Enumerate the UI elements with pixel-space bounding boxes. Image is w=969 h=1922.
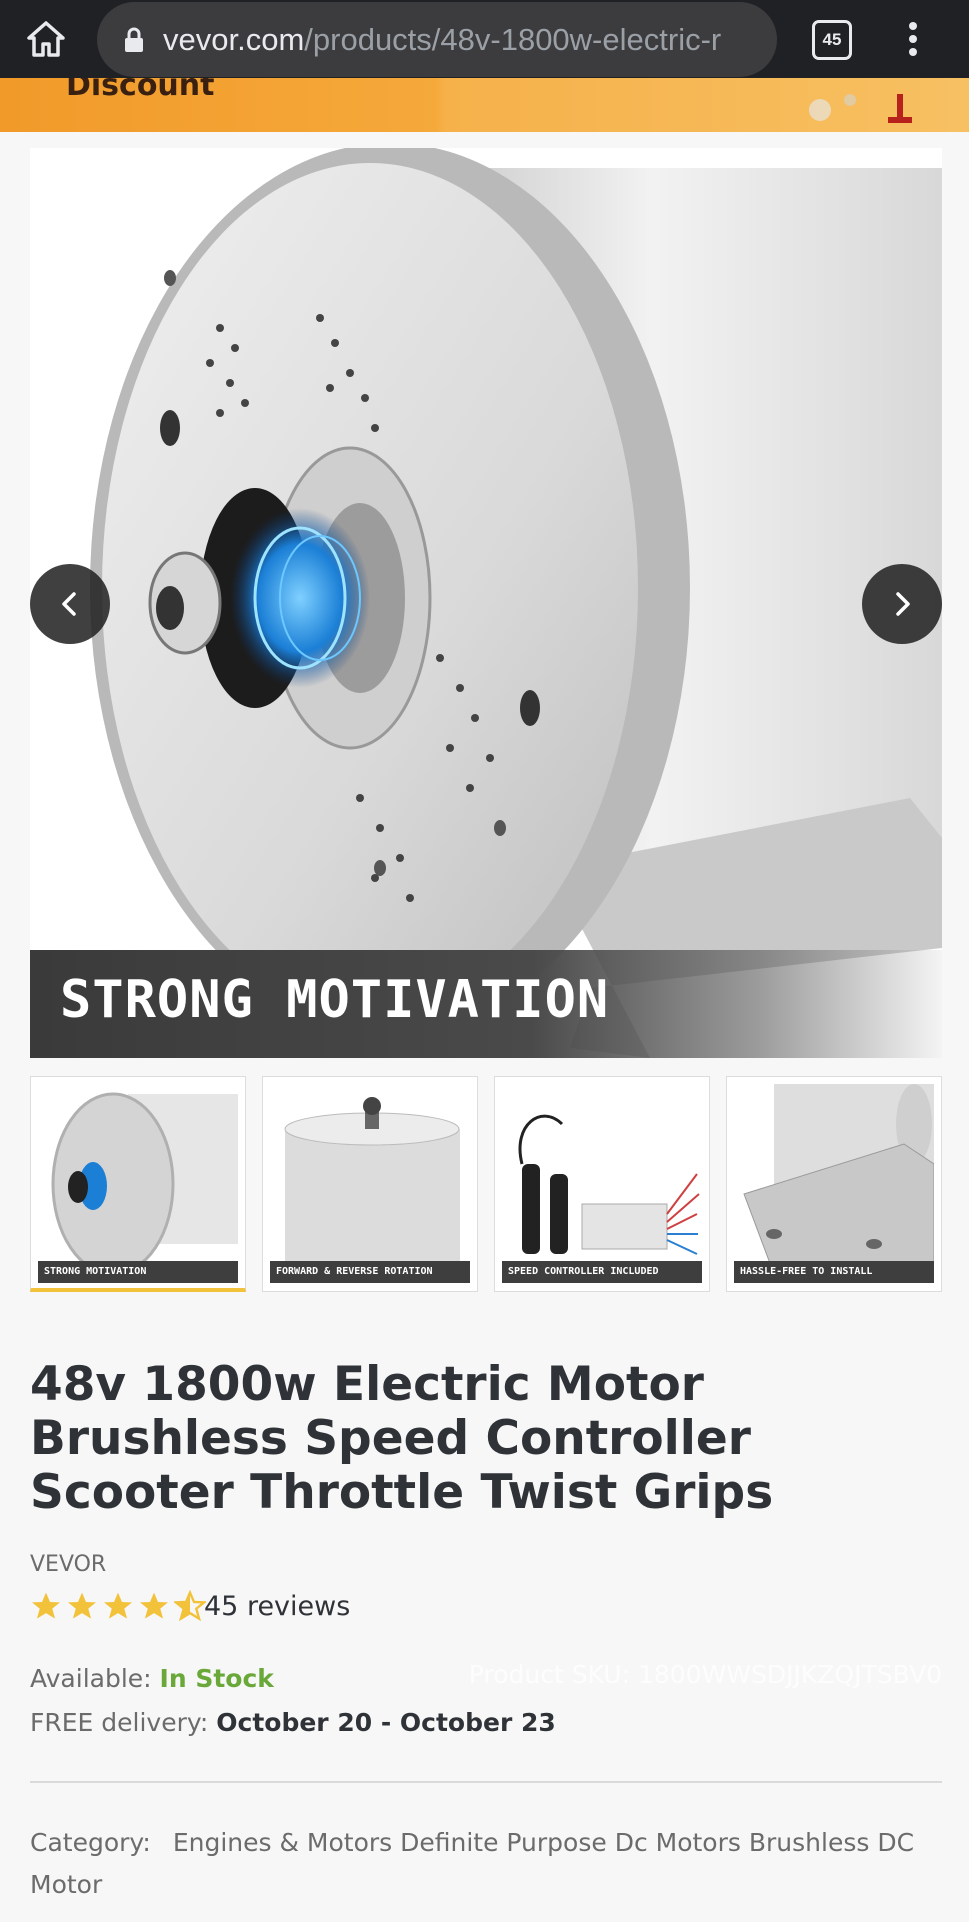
next-image-button[interactable] — [862, 564, 942, 644]
category-label: Category: — [30, 1828, 151, 1857]
thumbnail-image — [734, 1084, 934, 1284]
thumbnail-image — [270, 1084, 470, 1284]
star-icon — [68, 1592, 96, 1619]
half-star-icon — [174, 1590, 206, 1622]
thumbnail-2[interactable]: FORWARD & REVERSE ROTATION — [262, 1076, 478, 1292]
url-text: vevor.com/products/48v-1800w-electric-r — [163, 21, 722, 57]
lock-icon — [123, 26, 145, 54]
thumbnail-label: SPEED CONTROLLER INCLUDED — [502, 1261, 702, 1283]
thumbnail-image — [38, 1084, 238, 1284]
review-count-link[interactable]: 45 reviews — [204, 1591, 350, 1622]
tab-count: 45 — [822, 30, 842, 49]
tab-switcher-button[interactable]: 45 — [812, 20, 852, 60]
thumbnail-label: FORWARD & REVERSE ROTATION — [270, 1261, 470, 1283]
previous-image-button[interactable] — [30, 564, 110, 644]
star-icon — [104, 1592, 132, 1619]
brand-name[interactable]: VEVOR — [30, 1552, 106, 1577]
thumbnail-1[interactable]: STRONG MOTIVATION — [30, 1076, 246, 1292]
star-icon — [140, 1592, 168, 1619]
rating-row[interactable]: 45 reviews — [30, 1588, 350, 1624]
category-row: Category: Engines & Motors Definite Purpo… — [30, 1822, 942, 1906]
star-icon — [32, 1592, 60, 1619]
thumbnail-image — [502, 1084, 702, 1284]
delivery-label: FREE delivery: — [30, 1708, 209, 1737]
promo-banner[interactable]: Discount — [0, 78, 969, 132]
home-icon[interactable] — [22, 17, 70, 61]
image-caption: STRONG MOTIVATION — [60, 970, 610, 1030]
product-title: 48v 1800w Electric Motor Brushless Speed… — [30, 1357, 774, 1520]
availability-label: Available: — [30, 1664, 152, 1693]
thumbnail-4[interactable]: HASSLE-FREE TO INSTALL — [726, 1076, 942, 1292]
main-product-image — [30, 148, 942, 1058]
product-image-gallery[interactable]: STRONG MOTIVATION — [30, 148, 942, 1058]
thumbnail-strip: STRONG MOTIVATION FORWARD & REVERSE ROTA… — [30, 1076, 944, 1292]
delivery-info: FREE delivery: October 20 - October 23 — [30, 1708, 556, 1737]
delivery-dates: October 20 - October 23 — [216, 1708, 556, 1737]
overflow-menu-icon[interactable] — [898, 18, 928, 60]
stock-status: In Stock — [159, 1664, 274, 1693]
availability: Available: In Stock — [30, 1664, 274, 1693]
chevron-left-icon — [62, 592, 76, 616]
thumbnail-3[interactable]: SPEED CONTROLLER INCLUDED — [494, 1076, 710, 1292]
chevron-right-icon — [896, 592, 910, 616]
thumbnail-label: STRONG MOTIVATION — [38, 1261, 238, 1283]
divider — [30, 1781, 942, 1783]
category-link[interactable]: Engines & Motors Definite Purpose Dc Mot… — [30, 1828, 914, 1899]
address-bar[interactable]: vevor.com/products/48v-1800w-electric-r — [97, 2, 777, 77]
product-sku: Product SKU: 1800WWSDJJKZQJTSBV0 — [468, 1660, 942, 1689]
browser-toolbar: vevor.com/products/48v-1800w-electric-r … — [0, 0, 969, 78]
thumbnail-label: HASSLE-FREE TO INSTALL — [734, 1261, 934, 1283]
promo-text: Discount — [66, 78, 215, 103]
star-rating — [30, 1590, 206, 1622]
promo-decoration-icon — [809, 94, 912, 123]
